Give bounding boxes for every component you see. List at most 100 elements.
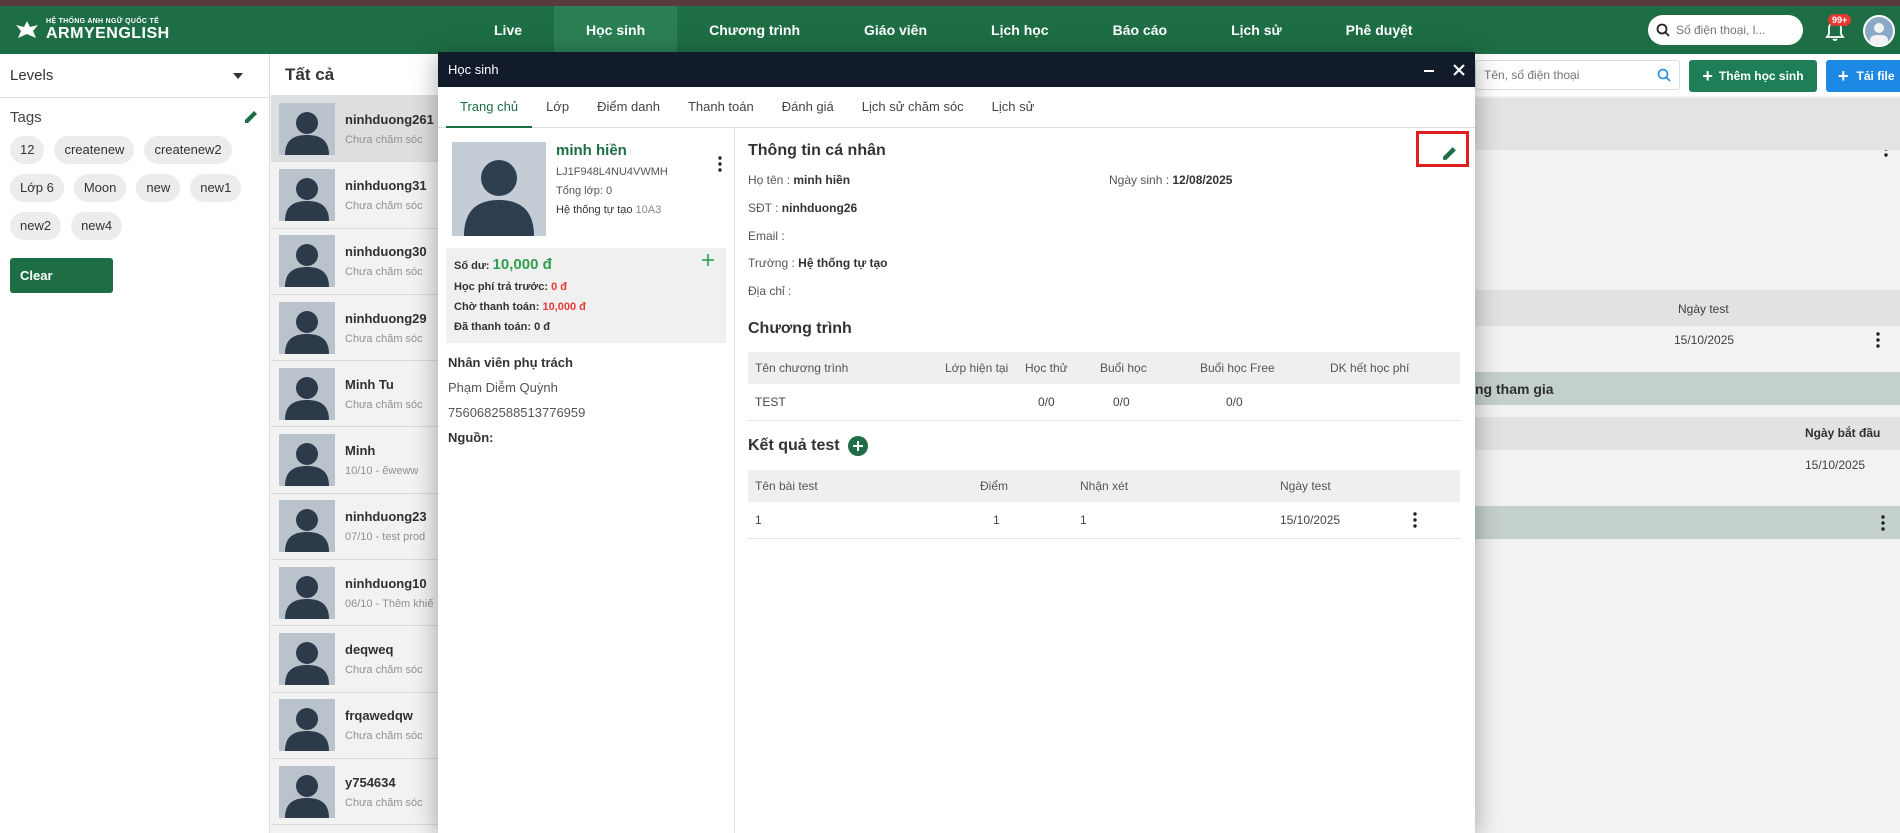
col-free-sessions: Buổi học Free [1193, 352, 1323, 384]
staff-name: Phạm Diễm Quỳnh [448, 380, 558, 395]
nav-item-phe-duyet[interactable]: Phê duyệt [1314, 6, 1445, 54]
add-test-icon[interactable] [847, 436, 868, 456]
list-item[interactable]: ninhduong261 Chưa chăm sóc [271, 96, 441, 163]
finance-box: Số dư: 10,000 đ Học phí trả trước: 0 đ C… [446, 248, 726, 343]
levels-dropdown[interactable]: Levels [0, 54, 269, 98]
profile-more-icon[interactable] [718, 156, 722, 172]
trial-cell: 0/0 [1018, 384, 1093, 421]
minimize-icon[interactable] [1423, 64, 1435, 76]
student-modal: Học sinh Trang chủ Lớp Điểm danh Thanh t… [438, 52, 1475, 833]
list-item[interactable]: y754634 Chưa chăm sóc [271, 759, 441, 826]
nav-item-giao-vien[interactable]: Giáo viên [832, 6, 959, 54]
row-more-icon[interactable] [1876, 332, 1880, 348]
col-current-class: Lớp hiện tại [938, 352, 1018, 384]
tab-trang-chu[interactable]: Trang chủ [446, 87, 533, 128]
tags-header: Tags [0, 98, 269, 136]
tab-lich-su-cham-soc[interactable]: Lịch sử chăm sóc [848, 87, 978, 128]
nav-item-chuong-trinh[interactable]: Chương trình [677, 6, 832, 54]
col-test-name: Tên bài test [748, 470, 973, 502]
list-item[interactable]: frqawedqw Chưa chăm sóc [271, 693, 441, 759]
list-item[interactable]: ninhduong29 Chưa chăm sóc [271, 295, 441, 362]
paid-label: Đã thanh toán: [454, 321, 531, 333]
balance-label: Số dư: [454, 260, 490, 272]
col-test-date: Ngày test [1678, 302, 1729, 316]
nav-item-lich-hoc[interactable]: Lịch học [959, 6, 1081, 54]
test-date-text: 15/10/2025 [1280, 512, 1341, 527]
test-date-cell: 15/10/2025 [1273, 502, 1460, 539]
tests-header-row: Tên bài test Điểm Nhận xét Ngày test [748, 470, 1460, 502]
sessions-cell: 0/0 [1093, 384, 1193, 421]
upload-file-button[interactable]: + Tải file [1826, 60, 1900, 92]
global-search-input[interactable] [1676, 23, 1786, 37]
student-search-input[interactable] [1484, 68, 1657, 82]
tag-chip[interactable]: Moon [73, 174, 127, 202]
caret-down-icon [233, 72, 243, 79]
student-status: Chưa chăm sóc [345, 133, 423, 146]
logo[interactable]: HỆ THỐNG ANH NGỮ QUỐC TẾ ARMYENGLISH [14, 14, 174, 46]
tab-danh-gia[interactable]: Đánh giá [768, 87, 848, 128]
student-status: Chưa chăm sóc [345, 332, 423, 345]
close-icon[interactable] [1453, 63, 1465, 76]
notification-badge: 99+ [1828, 14, 1852, 26]
student-name: ninhduong261 [345, 111, 434, 127]
user-avatar[interactable] [1863, 15, 1895, 47]
test-name-cell: 1 [748, 502, 973, 539]
student-status: Chưa chăm sóc [345, 199, 423, 212]
profile-code: LJ1F948L4NU4VWMH [556, 166, 668, 178]
prepaid-value: 0 đ [551, 281, 567, 293]
test-results-title: Kết quả test [748, 437, 840, 454]
tag-chip[interactable]: new2 [10, 212, 62, 240]
tag-chip[interactable]: 12 [10, 136, 45, 164]
logo-title: ARMYENGLISH [46, 24, 170, 42]
detail-header-band [1475, 98, 1900, 150]
modal-tabs: Trang chủ Lớp Điểm danh Thanh toán Đánh … [438, 87, 1475, 128]
plus-icon: + [1702, 66, 1713, 86]
tab-lich-su[interactable]: Lịch sử [978, 87, 1049, 128]
student-avatar [279, 367, 335, 420]
clear-filters-button[interactable]: Clear [10, 258, 113, 293]
add-student-button[interactable]: + Thêm học sinh [1689, 60, 1817, 92]
edit-personal-info-pencil-icon[interactable] [1441, 145, 1458, 162]
address-label: Địa chỉ : [748, 284, 792, 298]
edit-tags-pencil-icon[interactable] [243, 109, 259, 125]
list-item[interactable]: Minh Tu Chưa chăm sóc [271, 361, 441, 428]
section-more-icon[interactable] [1881, 515, 1885, 531]
nav-item-hoc-sinh[interactable]: Học sinh [554, 6, 678, 54]
tag-list: 12 createnew createnew2 Lớp 6 Moon new n… [0, 136, 269, 250]
student-list-header: Tất cả [271, 54, 441, 96]
tag-chip[interactable]: new1 [190, 174, 242, 202]
list-item[interactable]: Minh 10/10 - ếweww [271, 427, 441, 494]
tab-lop[interactable]: Lớp [532, 87, 583, 128]
test-row-more-icon[interactable] [1413, 512, 1417, 528]
tag-chip[interactable]: new [136, 174, 181, 202]
student-avatar [279, 102, 335, 155]
nav-item-lich-su[interactable]: Lịch sử [1199, 6, 1314, 54]
nav-item-live[interactable]: Live [462, 6, 554, 54]
add-payment-icon[interactable] [702, 254, 714, 266]
list-item[interactable]: ninhduong23 07/10 - test prod [271, 494, 441, 561]
student-avatar [279, 235, 335, 288]
tab-diem-danh[interactable]: Điểm danh [583, 87, 674, 128]
tag-chip[interactable]: Lớp 6 [10, 174, 64, 202]
list-item[interactable]: ninhduong31 Chưa chăm sóc [271, 162, 441, 229]
nav-item-bao-cao[interactable]: Báo cáo [1081, 6, 1199, 54]
list-item[interactable]: ninhduong10 06/10 - Thêm khiế [271, 560, 441, 627]
student-list: ninhduong261 Chưa chăm sóc ninhduong31 Chưa… [271, 96, 441, 826]
student-avatar [279, 566, 335, 619]
fullname-value: minh hiền [793, 173, 851, 187]
list-item[interactable]: ninhduong30 Chưa chăm sóc [271, 229, 441, 295]
fullname-label: Họ tên : [748, 173, 791, 187]
current-class-cell [938, 384, 1018, 421]
tab-thanh-toan[interactable]: Thanh toán [674, 87, 768, 128]
tag-chip[interactable]: new4 [71, 212, 123, 240]
student-status: Chưa chăm sóc [345, 796, 423, 809]
prepaid-label: Học phí trả trước: [454, 281, 549, 293]
tag-chip[interactable]: createnew [54, 136, 135, 164]
student-name: Minh [345, 443, 376, 459]
table-row[interactable]: TEST 0/0 0/0 0/0 [748, 384, 1460, 421]
student-name: ninhduong31 [345, 177, 427, 193]
list-item[interactable]: deqweq Chưa chăm sóc [271, 626, 441, 693]
table-row[interactable]: 1 1 1 15/10/2025 [748, 502, 1460, 539]
student-name: ninhduong30 [345, 244, 427, 260]
tag-chip[interactable]: createnew2 [144, 136, 232, 164]
